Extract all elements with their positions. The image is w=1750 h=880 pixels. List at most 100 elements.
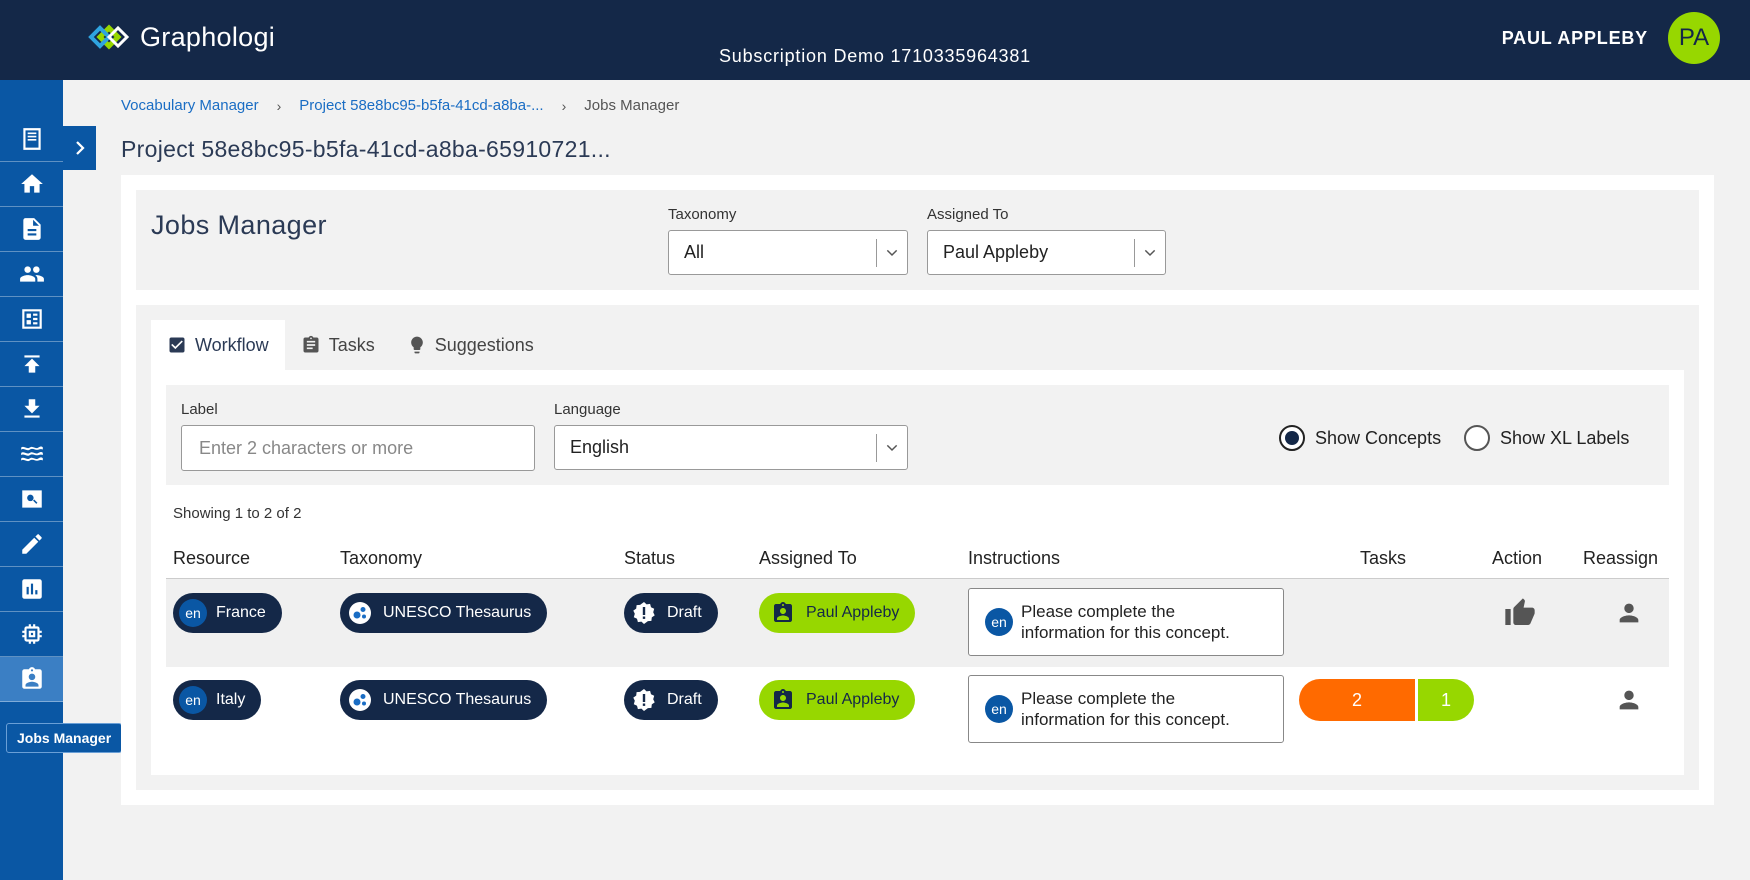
- label-filter-input[interactable]: Enter 2 characters or more: [181, 425, 535, 471]
- column-header-resource: Resource: [173, 548, 251, 568]
- tasks-open-count[interactable]: 2: [1299, 679, 1415, 721]
- reassign-button[interactable]: [1615, 599, 1643, 632]
- breadcrumb-separator: ›: [276, 97, 282, 114]
- reassign-button[interactable]: [1615, 686, 1643, 719]
- jobs-header: Jobs Manager Taxonomy All Assigned To Pa…: [136, 190, 1699, 290]
- assigned-to-label: Assigned To: [927, 206, 1009, 223]
- lightbulb-icon: [410, 336, 423, 354]
- assignee-chip[interactable]: Paul Appleby: [759, 680, 916, 720]
- status-badge: Draft: [624, 593, 718, 633]
- edit-icon: [21, 534, 42, 554]
- instructions-text: Please complete the information for this…: [1021, 601, 1230, 643]
- chevron-down-icon: [1144, 249, 1156, 257]
- resource-name: France: [216, 604, 266, 621]
- language-badge: en: [179, 686, 207, 714]
- person-icon: [1619, 603, 1639, 623]
- sidebar-item-download[interactable]: [0, 387, 63, 432]
- sidebar-item-edit[interactable]: [0, 522, 63, 567]
- alert-badge-icon: [630, 599, 658, 627]
- assignee-name: Paul Appleby: [806, 604, 900, 621]
- assigned-to-select[interactable]: Paul Appleby: [927, 230, 1166, 275]
- upload-icon: [23, 355, 40, 373]
- content-box: Workflow Tasks Suggestions Label Enter 2…: [136, 305, 1699, 790]
- breadcrumb: Vocabulary Manager › Project 58e8bc95-b5…: [121, 97, 679, 114]
- label-filter-label: Label: [181, 401, 218, 418]
- approve-button[interactable]: [1504, 597, 1536, 634]
- language-badge: en: [179, 599, 207, 627]
- breadcrumb-project[interactable]: Project 58e8bc95-b5fa-41cd-a8ba-...: [299, 97, 543, 114]
- home-icon: [20, 174, 43, 193]
- sidebar-item-search[interactable]: [0, 477, 63, 522]
- taxonomy-name: UNESCO Thesaurus: [383, 604, 532, 621]
- chart-icon: [21, 579, 42, 599]
- column-header-status: Status: [624, 548, 676, 568]
- column-header-taxonomy: Taxonomy: [340, 548, 423, 568]
- assignment-ind-icon: [769, 599, 797, 627]
- resource-chip[interactable]: en France: [173, 593, 282, 633]
- status-text: Draft: [667, 604, 702, 621]
- sidebar-item-chart[interactable]: [0, 567, 63, 612]
- show-xl-labels-radio[interactable]: Show XL Labels: [1464, 425, 1629, 451]
- avatar[interactable]: PA: [1668, 12, 1720, 64]
- language-select[interactable]: English: [554, 425, 908, 470]
- sidebar-item-home[interactable]: [0, 162, 63, 207]
- tasks-done-count[interactable]: 1: [1418, 679, 1474, 721]
- taxonomy-name: UNESCO Thesaurus: [383, 691, 532, 708]
- assignment-icon: [21, 667, 42, 689]
- table-row: en France UNESCO Thesaurus Draft Paul Ap…: [166, 579, 1669, 667]
- sidebar-item-waves[interactable]: [0, 432, 63, 477]
- sidebar-item-file[interactable]: [0, 207, 63, 252]
- language-label: Language: [554, 401, 621, 418]
- people-icon: [19, 266, 44, 282]
- waves-icon: [20, 446, 43, 462]
- breadcrumb-current: Jobs Manager: [584, 97, 680, 114]
- checkbox-icon: [169, 337, 185, 353]
- tab-tasks[interactable]: Tasks: [285, 320, 391, 370]
- resource-chip[interactable]: en Italy: [173, 680, 262, 720]
- chevron-down-icon: [886, 444, 898, 452]
- user-name[interactable]: PAUL APPLEBY: [1502, 28, 1648, 49]
- jobs-manager-title: Jobs Manager: [151, 210, 327, 240]
- page-title: Project 58e8bc95-b5fa-41cd-a8ba-65910721…: [121, 136, 611, 162]
- breadcrumb-vocabulary-manager[interactable]: Vocabulary Manager: [121, 97, 259, 114]
- instructions-line: information for this concept.: [1021, 710, 1230, 729]
- main-card: Jobs Manager Taxonomy All Assigned To Pa…: [121, 175, 1714, 805]
- task-progress-bar[interactable]: 2 1: [1299, 679, 1474, 721]
- tab-workflow[interactable]: Workflow: [151, 320, 285, 370]
- column-header-assigned-to: Assigned To: [759, 548, 857, 568]
- assigned-to-select-value: Paul Appleby: [943, 242, 1049, 262]
- breadcrumb-separator: ›: [561, 97, 567, 114]
- column-header-tasks: Tasks: [1360, 548, 1407, 568]
- show-concepts-label: Show Concepts: [1315, 427, 1442, 448]
- instructions-line: information for this concept.: [1021, 623, 1230, 642]
- instructions-line: Please complete the: [1021, 689, 1176, 708]
- document-icon: [22, 128, 41, 150]
- sidebar-item-dashboard[interactable]: [0, 297, 63, 342]
- tab-suggestions[interactable]: Suggestions: [391, 320, 550, 370]
- column-header-action: Action: [1492, 548, 1543, 568]
- show-concepts-radio[interactable]: Show Concepts: [1279, 425, 1441, 451]
- tab-workflow-label: Workflow: [195, 334, 269, 355]
- sidebar-expand-button[interactable]: [63, 126, 96, 170]
- taxonomy-chip[interactable]: UNESCO Thesaurus: [340, 680, 548, 720]
- tab-tasks-label: Tasks: [328, 334, 375, 355]
- taxonomy-select-value: All: [684, 242, 705, 262]
- taxonomy-select[interactable]: All: [668, 230, 908, 275]
- download-icon: [23, 399, 40, 418]
- status-text: Draft: [667, 691, 702, 708]
- file-icon: [22, 218, 41, 240]
- sidebar-item-chip[interactable]: [0, 612, 63, 657]
- taxonomy-icon: [346, 686, 374, 714]
- subscription-title: Subscription Demo 1710335964381: [718, 46, 1031, 66]
- language-select-value: English: [570, 437, 630, 457]
- results-count: Showing 1 to 2 of 2: [173, 505, 302, 522]
- status-badge: Draft: [624, 680, 718, 720]
- taxonomy-label: Taxonomy: [668, 206, 737, 223]
- sidebar-item-jobs-manager[interactable]: [0, 657, 63, 702]
- sidebar-item-upload[interactable]: [0, 342, 63, 387]
- sidebar-item-people[interactable]: [0, 252, 63, 297]
- dashboard-icon: [21, 309, 42, 329]
- sidebar-item-document[interactable]: [0, 117, 63, 162]
- taxonomy-chip[interactable]: UNESCO Thesaurus: [340, 593, 548, 633]
- assignee-chip[interactable]: Paul Appleby: [759, 593, 916, 633]
